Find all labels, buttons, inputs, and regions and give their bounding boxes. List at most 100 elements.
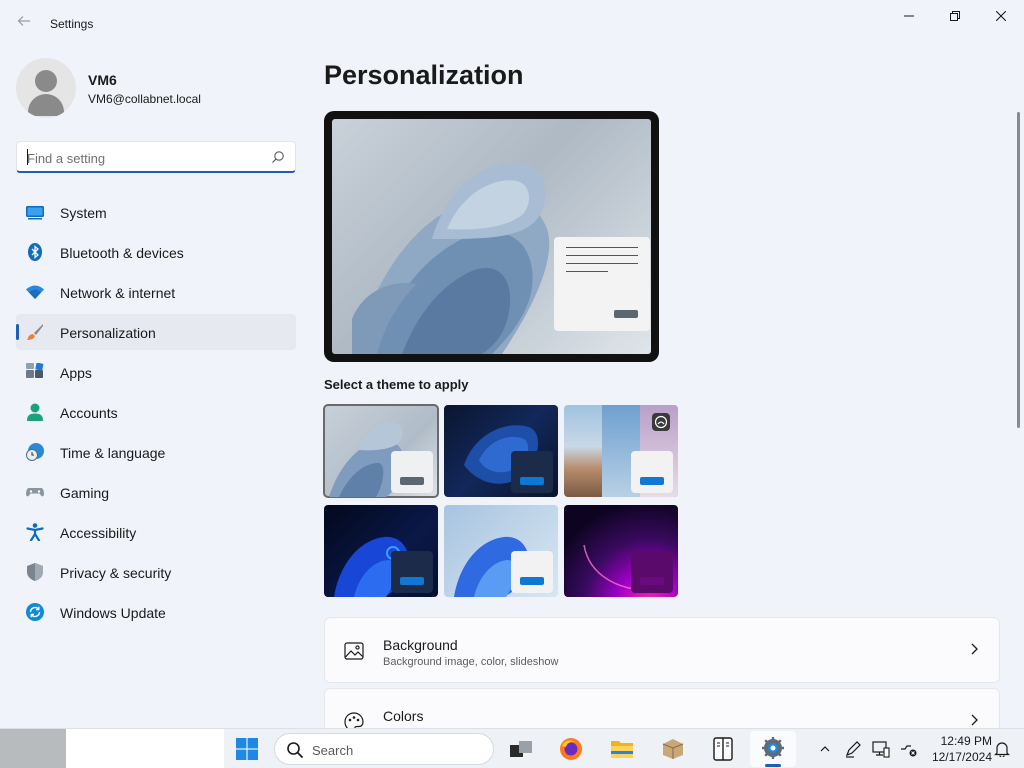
page-title: Personalization <box>324 60 524 90</box>
sidebar-item-accounts[interactable]: Accounts <box>16 394 296 430</box>
close-button[interactable] <box>978 0 1024 32</box>
book-icon <box>713 737 733 761</box>
taskbar-blank-area <box>66 729 224 768</box>
theme-thumbnail-captured-motion[interactable] <box>444 505 558 597</box>
file-explorer-taskbar-button[interactable] <box>608 735 636 763</box>
bluetooth-icon <box>28 243 42 261</box>
card-title: Background <box>383 637 458 653</box>
sidebar-item-windows-update[interactable]: Windows Update <box>16 594 296 630</box>
clock-globe-icon <box>26 443 44 461</box>
display-icon <box>872 741 890 758</box>
notifications-button[interactable] <box>992 739 1012 759</box>
taskbar-search[interactable]: Search <box>274 733 494 765</box>
main-scrollbar[interactable] <box>1017 112 1020 428</box>
clock-date: 12/17/2024 <box>931 750 992 764</box>
sidebar-item-label: System <box>60 205 107 221</box>
sidebar-item-personalization[interactable]: Personalization <box>16 314 296 350</box>
firefox-icon <box>560 738 582 760</box>
task-view-icon <box>510 741 532 757</box>
theme-section-label: Select a theme to apply <box>324 377 469 392</box>
theme-thumbnail-windows-light[interactable] <box>323 404 439 498</box>
settings-taskbar-button[interactable] <box>750 731 796 767</box>
sidebar-item-label: Bluetooth & devices <box>60 245 184 261</box>
sidebar-item-label: Gaming <box>60 485 110 501</box>
clock-time: 12:49 PM <box>940 734 992 748</box>
background-settings-card[interactable]: Background Background image, color, slid… <box>324 617 1000 683</box>
gamepad-icon <box>26 488 44 497</box>
sidebar-item-label: Accounts <box>60 405 118 421</box>
sidebar-item-accessibility[interactable]: Accessibility <box>16 514 296 550</box>
sidebar-item-system[interactable]: System <box>16 194 296 230</box>
update-icon <box>26 603 44 621</box>
profile-name: VM6 <box>88 72 117 88</box>
chevron-up-icon <box>820 746 830 752</box>
colors-settings-card[interactable]: Colors <box>324 688 1000 728</box>
theme-thumbnail-glow[interactable] <box>324 505 438 597</box>
windows-logo-icon <box>236 738 258 760</box>
apps-icon <box>26 363 44 378</box>
sidebar-item-label: Apps <box>60 365 92 381</box>
widgets-button[interactable] <box>0 729 66 768</box>
back-button[interactable] <box>12 12 36 36</box>
reader-app-taskbar-button[interactable] <box>709 735 737 763</box>
taskbar-clock[interactable]: 12:49 PM 12/17/2024 <box>924 733 992 765</box>
sidebar-item-apps[interactable]: Apps <box>16 354 296 390</box>
restore-button[interactable] <box>932 0 978 32</box>
package-app-taskbar-button[interactable] <box>659 735 687 763</box>
brush-icon <box>27 324 43 340</box>
sidebar-item-label: Personalization <box>60 325 156 341</box>
wifi-icon <box>26 285 44 299</box>
sidebar-item-label: Accessibility <box>60 525 137 541</box>
spotlight-badge-icon <box>652 413 670 431</box>
user-profile[interactable]: VM6 VM6@collabnet.local <box>16 58 296 118</box>
task-view-button[interactable] <box>507 735 535 763</box>
settings-window: Settings VM6 VM6@collabnet.local System <box>0 0 1024 728</box>
network-tray-button[interactable] <box>899 739 919 759</box>
search-input[interactable] <box>27 148 257 168</box>
pen-tray-button[interactable] <box>843 739 863 759</box>
preview-dialog <box>554 237 650 331</box>
title-bar: Settings <box>0 0 1024 48</box>
firefox-taskbar-button[interactable] <box>557 735 585 763</box>
chevron-right-icon <box>971 714 978 726</box>
search-icon <box>287 742 304 759</box>
show-hidden-icons-button[interactable] <box>815 739 835 759</box>
sidebar-item-label: Time & language <box>60 445 166 461</box>
accessibility-icon <box>26 523 44 541</box>
theme-thumbnail-flow[interactable] <box>564 505 678 597</box>
network-disconnected-icon <box>901 745 917 757</box>
sidebar-item-label: Windows Update <box>60 605 166 621</box>
text-caret <box>27 149 28 165</box>
start-button[interactable] <box>233 735 261 763</box>
theme-thumbnail-windows-dark[interactable] <box>444 405 558 497</box>
sidebar-item-privacy-security[interactable]: Privacy & security <box>16 554 296 590</box>
package-icon <box>662 739 684 759</box>
display-tray-button[interactable] <box>871 739 891 759</box>
theme-preview <box>324 111 659 362</box>
taskbar: Search 12:49 PM 12/17/2024 <box>0 728 1024 768</box>
folder-icon <box>611 741 633 758</box>
image-icon <box>344 642 364 660</box>
card-title: Colors <box>383 708 424 724</box>
search-label: Search <box>312 743 354 758</box>
bell-icon <box>994 742 1010 757</box>
sidebar-item-bluetooth-devices[interactable]: Bluetooth & devices <box>16 234 296 270</box>
minimize-button[interactable] <box>886 0 932 32</box>
sidebar-item-gaming[interactable]: Gaming <box>16 474 296 510</box>
selection-indicator <box>16 324 19 340</box>
sidebar-item-network-internet[interactable]: Network & internet <box>16 274 296 310</box>
theme-thumbnail-windows-spotlight[interactable] <box>564 405 678 497</box>
find-setting-search[interactable] <box>16 141 296 173</box>
search-icon[interactable] <box>271 150 285 164</box>
back-arrow-icon <box>17 16 30 26</box>
card-subtitle: Background image, color, slideshow <box>383 656 559 668</box>
minimize-icon <box>904 15 914 17</box>
theme-grid <box>323 404 680 597</box>
pen-icon <box>845 741 861 758</box>
system-icon <box>26 206 44 220</box>
accounts-icon <box>27 403 43 421</box>
sidebar-item-time-language[interactable]: Time & language <box>16 434 296 470</box>
sidebar-nav: System Bluetooth & devices Network & int… <box>16 194 296 634</box>
profile-email: VM6@collabnet.local <box>88 92 201 106</box>
avatar <box>16 58 76 118</box>
